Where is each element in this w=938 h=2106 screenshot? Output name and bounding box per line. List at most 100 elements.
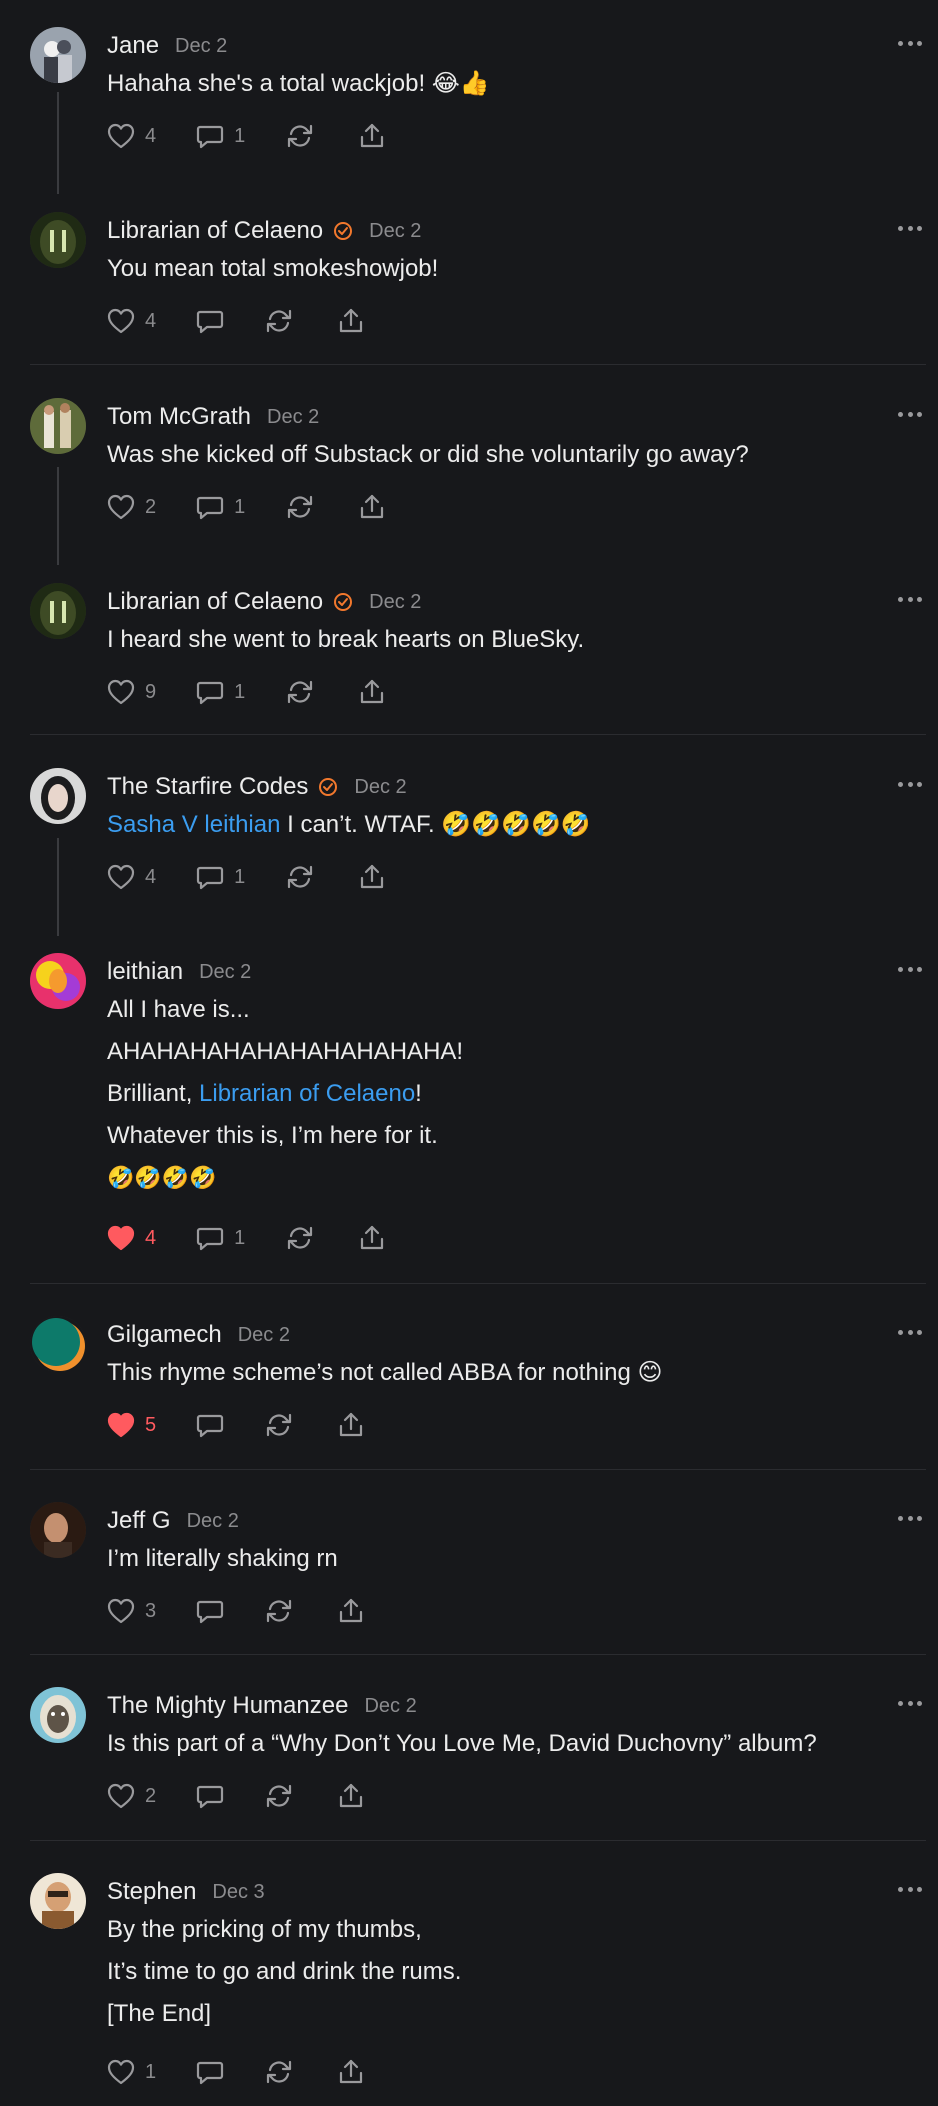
avatar[interactable]	[30, 1316, 86, 1372]
reply-button[interactable]	[196, 1594, 224, 1628]
restack-button[interactable]	[285, 490, 315, 524]
more-icon[interactable]	[898, 1512, 922, 1524]
restack-button[interactable]	[264, 1408, 294, 1442]
share-button[interactable]	[338, 304, 364, 338]
more-icon[interactable]	[898, 222, 922, 234]
restack-button[interactable]	[285, 1221, 315, 1255]
reply-count: 1	[234, 865, 246, 888]
share-button[interactable]	[359, 119, 385, 153]
heart-icon	[107, 308, 135, 334]
like-button[interactable]: 4	[107, 119, 156, 153]
avatar[interactable]	[30, 768, 86, 824]
share-button[interactable]	[338, 1779, 364, 1813]
author-name[interactable]: Stephen	[107, 1878, 196, 1906]
avatar[interactable]	[30, 1502, 86, 1558]
author-name[interactable]: Tom McGrath	[107, 403, 251, 431]
more-icon[interactable]	[898, 1883, 922, 1895]
comment-date[interactable]: Dec 2	[199, 961, 251, 984]
avatar[interactable]	[30, 953, 86, 1009]
more-icon[interactable]	[898, 1697, 922, 1709]
restack-button[interactable]	[264, 2055, 294, 2089]
comment-date[interactable]: Dec 2	[369, 591, 421, 614]
comment-date[interactable]: Dec 2	[187, 1510, 239, 1533]
reply-button[interactable]: 1	[196, 675, 245, 709]
comment-date[interactable]: Dec 2	[369, 220, 421, 243]
restack-icon	[288, 1226, 313, 1250]
reply-button[interactable]: 1	[196, 119, 245, 153]
restack-icon	[288, 495, 313, 519]
comment-text: You mean total smokeshowjob!	[107, 255, 439, 282]
like-count: 4	[145, 124, 157, 147]
avatar[interactable]	[30, 27, 86, 83]
like-count: 2	[145, 1784, 157, 1807]
restack-button[interactable]	[264, 1594, 294, 1628]
like-button[interactable]: 1	[107, 2055, 156, 2089]
reply-button[interactable]	[196, 304, 224, 338]
author-name[interactable]: Jeff G	[107, 1507, 171, 1535]
comment-date[interactable]: Dec 2	[238, 1324, 290, 1347]
like-button[interactable]: 5	[107, 1408, 156, 1442]
more-icon[interactable]	[898, 37, 922, 49]
avatar[interactable]	[30, 1873, 86, 1929]
restack-button[interactable]	[285, 119, 315, 153]
share-button[interactable]	[338, 1408, 364, 1442]
comment-date[interactable]: Dec 2	[267, 406, 319, 429]
reply-button[interactable]: 1	[196, 860, 245, 894]
restack-button[interactable]	[285, 860, 315, 894]
author-name[interactable]: Gilgamech	[107, 1321, 222, 1349]
like-count: 9	[145, 680, 157, 703]
restack-button[interactable]	[264, 304, 294, 338]
author-name[interactable]: Librarian of Celaeno	[107, 217, 323, 245]
author-name[interactable]: Jane	[107, 32, 159, 60]
like-button[interactable]: 3	[107, 1594, 156, 1628]
share-button[interactable]	[338, 2055, 364, 2089]
comment-date[interactable]: Dec 2	[175, 35, 227, 58]
restack-button[interactable]	[285, 675, 315, 709]
comment-date[interactable]: Dec 3	[212, 1881, 264, 1904]
more-icon[interactable]	[898, 963, 922, 975]
more-icon[interactable]	[898, 593, 922, 605]
like-button[interactable]: 2	[107, 490, 156, 524]
share-button[interactable]	[359, 675, 385, 709]
avatar[interactable]	[30, 212, 86, 268]
share-button[interactable]	[359, 1221, 385, 1255]
author-name[interactable]: The Mighty Humanzee	[107, 1692, 348, 1720]
reply-button[interactable]: 1	[196, 1221, 245, 1255]
like-button[interactable]: 4	[107, 1221, 156, 1255]
like-button[interactable]: 4	[107, 860, 156, 894]
reply-button[interactable]	[196, 1779, 224, 1813]
share-icon	[361, 864, 384, 889]
share-icon	[340, 308, 363, 333]
thread-line	[57, 92, 59, 194]
more-icon[interactable]	[898, 778, 922, 790]
share-button[interactable]	[359, 860, 385, 894]
avatar[interactable]	[30, 398, 86, 454]
mention-link[interactable]: Librarian of Celaeno	[199, 1080, 415, 1107]
comment-text: I’m literally shaking rn	[107, 1545, 338, 1572]
restack-icon	[267, 2060, 292, 2084]
comment-date[interactable]: Dec 2	[364, 1695, 416, 1718]
reply-button[interactable]: 1	[196, 490, 245, 524]
like-count: 3	[145, 1599, 157, 1622]
like-button[interactable]: 2	[107, 1779, 156, 1813]
like-button[interactable]: 9	[107, 675, 156, 709]
restack-button[interactable]	[264, 1779, 294, 1813]
comment-date[interactable]: Dec 2	[354, 776, 406, 799]
share-button[interactable]	[359, 490, 385, 524]
reply-button[interactable]	[196, 2055, 224, 2089]
share-button[interactable]	[338, 1594, 364, 1628]
mention-link[interactable]: Sasha V leithian	[107, 811, 280, 838]
author-name[interactable]: Librarian of Celaeno	[107, 588, 323, 616]
reply-button[interactable]	[196, 1408, 224, 1442]
avatar[interactable]	[30, 583, 86, 639]
author-name[interactable]: leithian	[107, 958, 183, 986]
more-icon[interactable]	[898, 1326, 922, 1338]
comment-text: By the pricking of my thumbs,	[107, 1916, 422, 1943]
comment-text: Was she kicked off Substack or did she v…	[107, 441, 749, 468]
avatar[interactable]	[30, 1687, 86, 1743]
like-button[interactable]: 4	[107, 304, 156, 338]
comment-icon	[197, 2061, 224, 2085]
more-icon[interactable]	[898, 408, 922, 420]
author-name[interactable]: The Starfire Codes	[107, 773, 308, 801]
verified-badge-icon	[333, 221, 353, 241]
